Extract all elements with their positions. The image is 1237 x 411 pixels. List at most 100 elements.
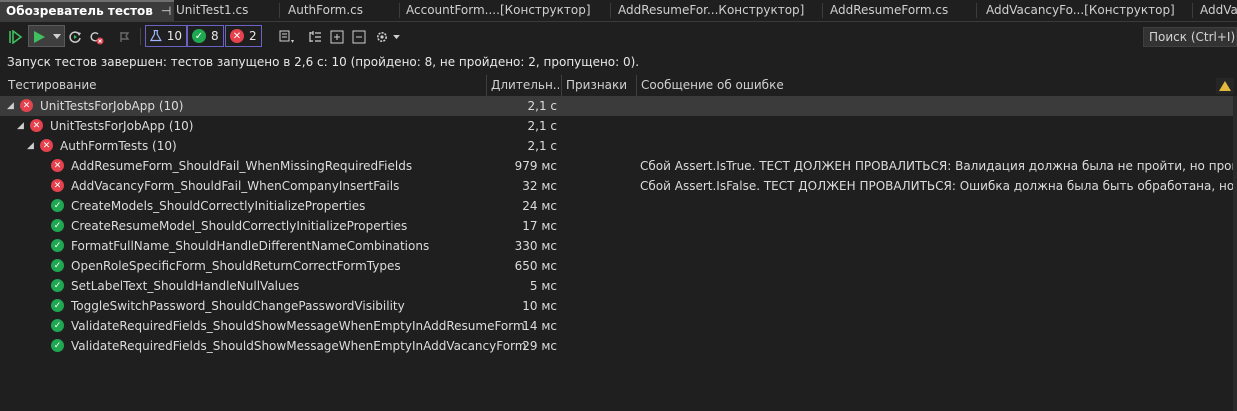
run-dropdown-button[interactable] xyxy=(51,26,63,48)
run-all-button[interactable] xyxy=(6,26,26,48)
tab-accountform-designer[interactable]: AccountForm....[Конструктор] xyxy=(400,0,614,21)
test-row[interactable]: ✓ ValidateRequiredFields_ShouldShowMessag… xyxy=(0,336,1233,356)
tab-label: UnitTest1.cs xyxy=(176,3,249,17)
expand-collapse-arrow-icon[interactable]: ◢ xyxy=(7,96,14,116)
test-row[interactable]: ✕ AddResumeForm_ShouldFail_WhenMissingReq… xyxy=(0,156,1237,176)
test-row[interactable]: ✓ OpenRoleSpecificForm_ShouldReturnCorrec… xyxy=(0,256,1233,276)
test-failed-icon: ✕ xyxy=(40,139,53,152)
test-duration: 29 мс xyxy=(522,339,557,353)
repeat-icon xyxy=(68,30,81,43)
test-duration: 2,1 с xyxy=(527,119,558,133)
column-divider[interactable] xyxy=(636,75,637,96)
tree-group-row[interactable]: ◢ ✕ AuthFormTests (10) 2,1 с xyxy=(0,136,1233,156)
run-summary-text: Запуск тестов завершен: тестов запущено … xyxy=(7,55,640,69)
test-row[interactable]: ✓ SetLabelText_ShouldHandleNullValues 5 мс xyxy=(0,276,1233,296)
test-passed-icon: ✓ xyxy=(51,199,64,212)
test-passed-icon: ✓ xyxy=(51,339,64,352)
test-name: FormatFullName_ShouldHandleDifferentName… xyxy=(71,239,430,253)
expand-all-button[interactable] xyxy=(328,26,346,48)
tab-addresumeform-designer[interactable]: AddResumeFor...Конструктор] xyxy=(612,0,826,21)
error-icon: ✕ xyxy=(230,29,244,43)
tab-test-explorer[interactable]: Обозреватель тестов⊣✕ xyxy=(0,0,174,21)
chevron-down-icon xyxy=(392,34,400,39)
tab-divider xyxy=(279,3,280,18)
tab-label: AddResumeFor...Конструктор] xyxy=(618,3,805,17)
error-message: Сбой Assert.IsTrue. ТЕСТ ДОЛЖЕН ПРОВАЛИТ… xyxy=(640,159,1237,173)
error-message: Сбой Assert.IsFalse. ТЕСТ ДОЛЖЕН ПРОВАЛИ… xyxy=(640,179,1237,193)
tree-group-row[interactable]: ◢ ✕ UnitTestsForJobApp (10) 2,1 с xyxy=(0,116,1233,136)
test-failed-icon: ✕ xyxy=(51,179,64,192)
tab-addvacancy-overflow[interactable]: AddVac xyxy=(1194,0,1237,21)
test-name: AuthFormTests (10) xyxy=(60,139,177,153)
expand-all-icon xyxy=(330,30,344,44)
tab-addvacancyform-designer[interactable]: AddVacancyFo...[Конструктор] xyxy=(980,0,1196,21)
test-duration: 24 мс xyxy=(522,199,557,213)
test-passed-icon: ✓ xyxy=(51,319,64,332)
test-name: CreateResumeModel_ShouldCorrectlyInitial… xyxy=(71,219,408,233)
test-duration: 2,1 с xyxy=(527,139,558,153)
column-header-test[interactable]: Тестирование xyxy=(8,75,478,96)
tab-authform[interactable]: AuthForm.cs xyxy=(282,0,402,21)
group-by-button[interactable] xyxy=(306,26,324,48)
settings-button[interactable] xyxy=(372,26,402,48)
run-button[interactable] xyxy=(29,26,49,48)
passed-tests-filter[interactable]: ✓ 8 xyxy=(187,25,224,47)
gear-icon xyxy=(376,32,387,42)
expand-collapse-arrow-icon[interactable]: ◢ xyxy=(17,116,24,136)
column-divider[interactable] xyxy=(561,75,562,96)
tab-unittest1[interactable]: UnitTest1.cs xyxy=(170,0,282,21)
total-tests-filter[interactable]: 10 xyxy=(145,25,187,47)
test-name: AddResumeForm_ShouldFail_WhenMissingRequ… xyxy=(71,159,413,173)
tab-divider xyxy=(976,3,977,18)
tab-addresumeform[interactable]: AddResumeForm.cs xyxy=(824,0,980,21)
expand-collapse-arrow-icon[interactable]: ◢ xyxy=(27,136,34,156)
failed-count: 2 xyxy=(249,29,257,43)
repeat-last-run-button[interactable] xyxy=(66,26,84,48)
flask-icon xyxy=(150,30,162,42)
test-duration: 5 мс xyxy=(529,279,557,293)
collapse-all-icon xyxy=(352,30,366,44)
test-passed-icon: ✓ xyxy=(51,219,64,232)
test-name: AddVacancyForm_ShouldFail_WhenCompanyIns… xyxy=(71,179,400,193)
test-row[interactable]: ✓ ValidateRequiredFields_ShouldShowMessag… xyxy=(0,316,1233,336)
test-duration: 32 мс xyxy=(522,179,557,193)
tab-label: AddVacancyFo...[Конструктор] xyxy=(986,3,1175,17)
test-passed-icon: ✓ xyxy=(51,299,64,312)
column-header-error-message[interactable]: Сообщение об ошибке xyxy=(641,75,1201,96)
search-input[interactable]: Поиск (Ctrl+I) xyxy=(1143,27,1237,47)
document-tab-strip: Обозреватель тестов⊣✕ UnitTest1.cs AuthF… xyxy=(0,0,1237,22)
playlist-icon xyxy=(279,30,294,43)
tab-label: AuthForm.cs xyxy=(288,3,364,17)
column-header-duration[interactable]: Длительн... xyxy=(491,75,559,96)
run-failed-icon xyxy=(89,31,103,44)
tab-divider xyxy=(1192,3,1193,18)
collapse-all-button[interactable] xyxy=(350,26,368,48)
tab-divider xyxy=(610,3,611,18)
passed-count: 8 xyxy=(211,29,219,43)
failed-tests-filter[interactable]: ✕ 2 xyxy=(225,25,262,47)
test-row[interactable]: ✓ FormatFullName_ShouldHandleDifferentNam… xyxy=(0,236,1233,256)
column-divider[interactable] xyxy=(486,75,487,96)
test-name: OpenRoleSpecificForm_ShouldReturnCorrect… xyxy=(71,259,401,273)
test-duration: 10 мс xyxy=(522,299,557,313)
vertical-scrollbar[interactable] xyxy=(1233,96,1237,411)
test-name: SetLabelText_ShouldHandleNullValues xyxy=(71,279,300,293)
run-failed-tests-button[interactable] xyxy=(87,26,105,48)
play-icon xyxy=(34,31,45,43)
total-count: 10 xyxy=(166,29,182,43)
test-name: UnitTestsForJobApp (10) xyxy=(50,119,194,133)
tree-group-row[interactable]: ◢ ✕ UnitTestsForJobApp (10) 2,1 с xyxy=(0,96,1233,116)
test-row[interactable]: ✓ ToggleSwitchPassword_ShouldChangePasswo… xyxy=(0,296,1233,316)
column-header-traits[interactable]: Признаки xyxy=(566,75,634,96)
test-name: ValidateRequiredFields_ShouldShowMessage… xyxy=(71,319,525,333)
test-row[interactable]: ✕ AddVacancyForm_ShouldFail_WhenCompanyIn… xyxy=(0,176,1237,196)
test-row[interactable]: ✓ CreateResumeModel_ShouldCorrectlyInitia… xyxy=(0,216,1233,236)
run-all-icon xyxy=(9,30,23,44)
test-duration: 330 мс xyxy=(514,239,557,253)
playlist-button[interactable] xyxy=(274,26,300,48)
test-passed-icon: ✓ xyxy=(51,279,64,292)
test-duration: 14 мс xyxy=(522,319,557,333)
toolbar-divider xyxy=(140,28,141,45)
cancel-button[interactable] xyxy=(116,26,134,48)
test-row[interactable]: ✓ CreateModels_ShouldCorrectlyInitializeP… xyxy=(0,196,1233,216)
